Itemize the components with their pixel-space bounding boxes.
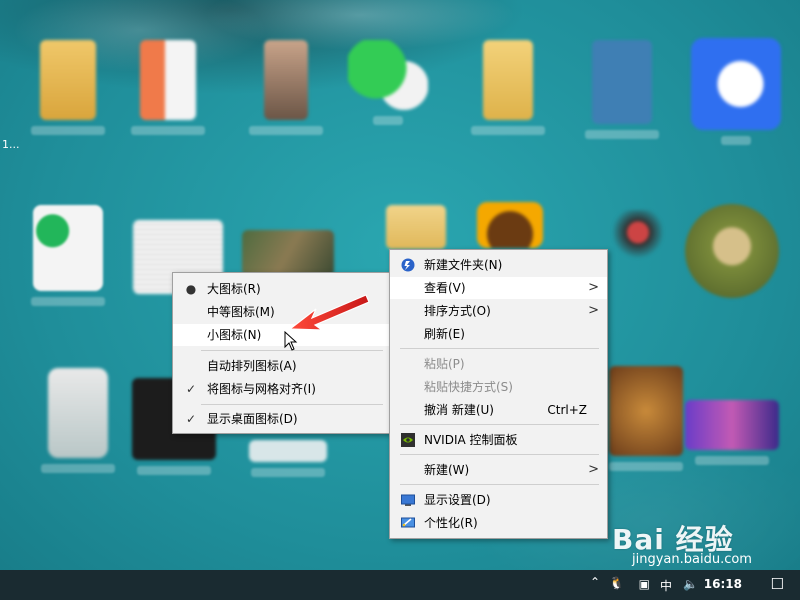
mouse-cursor-icon xyxy=(284,331,298,351)
qq-icon[interactable]: 🐧 xyxy=(609,576,624,590)
volume-icon[interactable]: 🔈 xyxy=(683,577,698,591)
taskbar: ⌃ 🐧 ▣ 中 🔈 16:18 ☐ xyxy=(0,570,800,600)
desktop[interactable]: { "desktop_edge_text": "1...", "view_sub… xyxy=(0,0,800,600)
tray-overflow-chevron-icon[interactable]: ⌃ xyxy=(590,575,600,589)
network-icon[interactable]: ▣ xyxy=(639,577,650,591)
annotation-arrow xyxy=(288,294,370,331)
clock[interactable]: 16:18 xyxy=(704,577,742,591)
notification-icon[interactable]: ☐ xyxy=(771,575,784,593)
watermark-url: jingyan.baidu.com xyxy=(632,552,752,567)
ime-indicator[interactable]: 中 xyxy=(660,577,672,594)
